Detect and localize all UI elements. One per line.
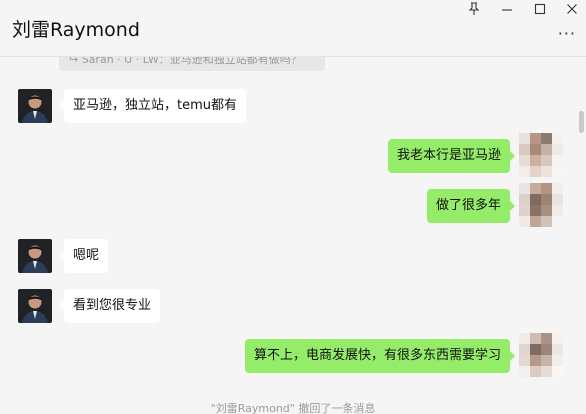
avatar[interactable] [18, 289, 52, 323]
avatar[interactable] [519, 183, 563, 227]
avatar[interactable] [18, 239, 52, 273]
chat-title: 刘雷Raymond [12, 19, 140, 41]
message-bubble[interactable]: 看到您很专业 [58, 289, 161, 323]
message-bubble[interactable]: 算不上，电商发展快，有很多东西需要学习 [244, 339, 516, 373]
recall-notice: "刘雷Raymond" 撤回了一条消息 [210, 402, 376, 414]
chat-area[interactable]: ↪ Sarah · U · LW：亚马逊和独立站都有做吗？ 亚马逊，独立站，te… [0, 57, 586, 414]
avatar[interactable] [519, 133, 563, 177]
message-bubble[interactable]: 我老本行是亚马逊 [387, 139, 516, 173]
message-bubble[interactable]: 亚马逊，独立站，temu都有 [59, 89, 246, 123]
more-options-button[interactable]: ··· [558, 24, 576, 43]
chat-header: 刘雷Raymond ··· [0, 0, 586, 57]
avatar[interactable] [519, 333, 563, 377]
maximize-icon[interactable] [531, 2, 549, 18]
pin-icon[interactable] [465, 2, 483, 18]
close-icon[interactable] [563, 2, 581, 18]
message-bubble[interactable]: 做了很多年 [426, 189, 516, 223]
scrollbar[interactable] [579, 111, 584, 133]
message-bubble[interactable]: 嗯呢 [58, 239, 109, 273]
minimize-icon[interactable] [498, 2, 516, 18]
avatar[interactable] [18, 89, 52, 123]
quoted-message[interactable]: ↪ Sarah · U · LW：亚马逊和独立站都有做吗？ [59, 57, 325, 71]
